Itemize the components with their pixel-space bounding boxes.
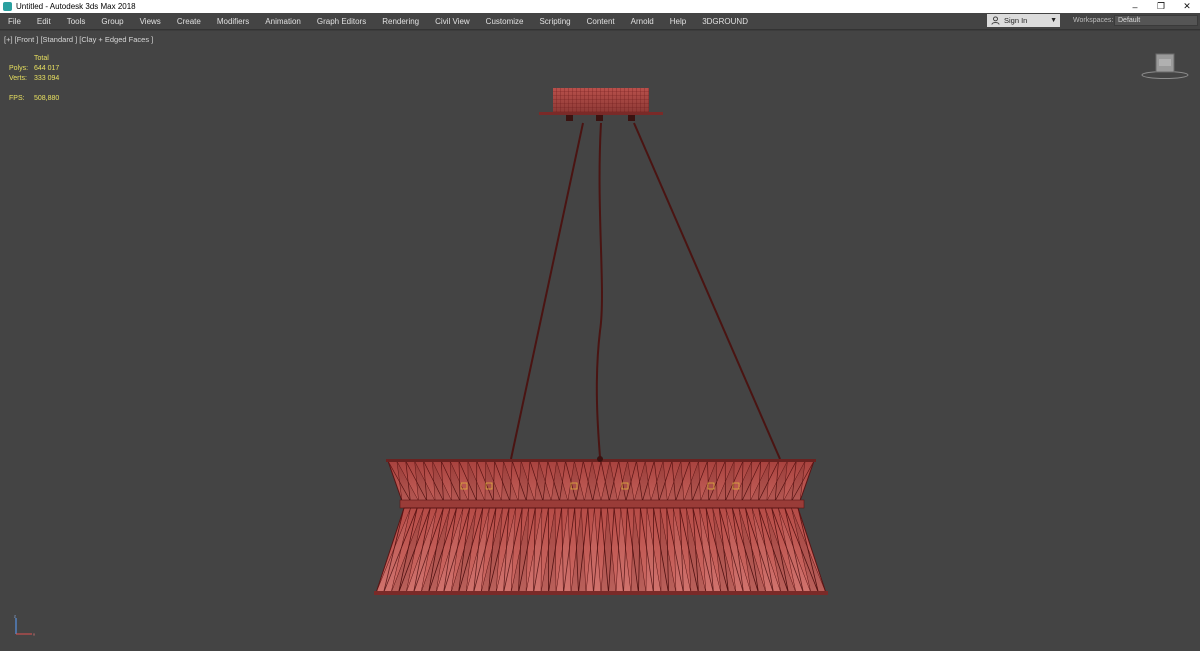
menu-edit[interactable]: Edit (29, 17, 59, 26)
svg-text:x: x (33, 632, 35, 637)
menu-graph-editors[interactable]: Graph Editors (309, 17, 374, 26)
menu-arnold[interactable]: Arnold (623, 17, 662, 26)
menu-file[interactable]: File (0, 17, 29, 26)
menu-animation[interactable]: Animation (257, 17, 309, 26)
menu-group[interactable]: Group (93, 17, 131, 26)
svg-text:z: z (14, 614, 16, 619)
menu-scripting[interactable]: Scripting (531, 17, 578, 26)
ceiling-canopy[interactable] (539, 88, 663, 121)
sign-in-label: Sign In (1004, 16, 1028, 25)
window-title: Untitled - Autodesk 3ds Max 2018 (16, 2, 136, 11)
minimize-button[interactable]: – (1122, 0, 1148, 13)
shade-middle-rim (399, 499, 805, 509)
menu-views[interactable]: Views (132, 17, 169, 26)
menu-content[interactable]: Content (579, 17, 623, 26)
front-viewport[interactable]: [+] [Front ] [Standard ] [Clay + Edged F… (0, 30, 1200, 651)
sign-in-dropdown[interactable]: Sign In ▼ (987, 14, 1060, 27)
title-bar: Untitled - Autodesk 3ds Max 2018 – ❐ ✕ (0, 0, 1200, 13)
lamp-shade[interactable] (374, 456, 828, 595)
menu-modifiers[interactable]: Modifiers (209, 17, 257, 26)
axis-tripod-icon: z x (14, 614, 35, 637)
menu-help[interactable]: Help (662, 17, 694, 26)
cable-attach-point (597, 456, 603, 462)
restore-button[interactable]: ❐ (1148, 0, 1174, 13)
workspaces-select[interactable]: Default (1114, 15, 1198, 26)
person-icon (991, 16, 1000, 25)
menu-3dground[interactable]: 3DGROUND (694, 17, 756, 26)
workspaces-label: Workspaces: (1073, 17, 1114, 24)
close-button[interactable]: ✕ (1174, 0, 1200, 13)
menu-civil-view[interactable]: Civil View (427, 17, 478, 26)
chevron-down-icon: ▼ (1050, 17, 1057, 24)
menu-create[interactable]: Create (169, 17, 209, 26)
suspension-cables[interactable] (510, 122, 781, 460)
menu-customize[interactable]: Customize (478, 17, 532, 26)
menu-tools[interactable]: Tools (59, 17, 94, 26)
window-controls: – ❐ ✕ (1122, 0, 1200, 13)
lamp-model[interactable] (0, 31, 1200, 651)
3dsmax-app-icon (3, 2, 12, 11)
shade-bottom-rim (374, 591, 828, 595)
menu-rendering[interactable]: Rendering (374, 17, 427, 26)
